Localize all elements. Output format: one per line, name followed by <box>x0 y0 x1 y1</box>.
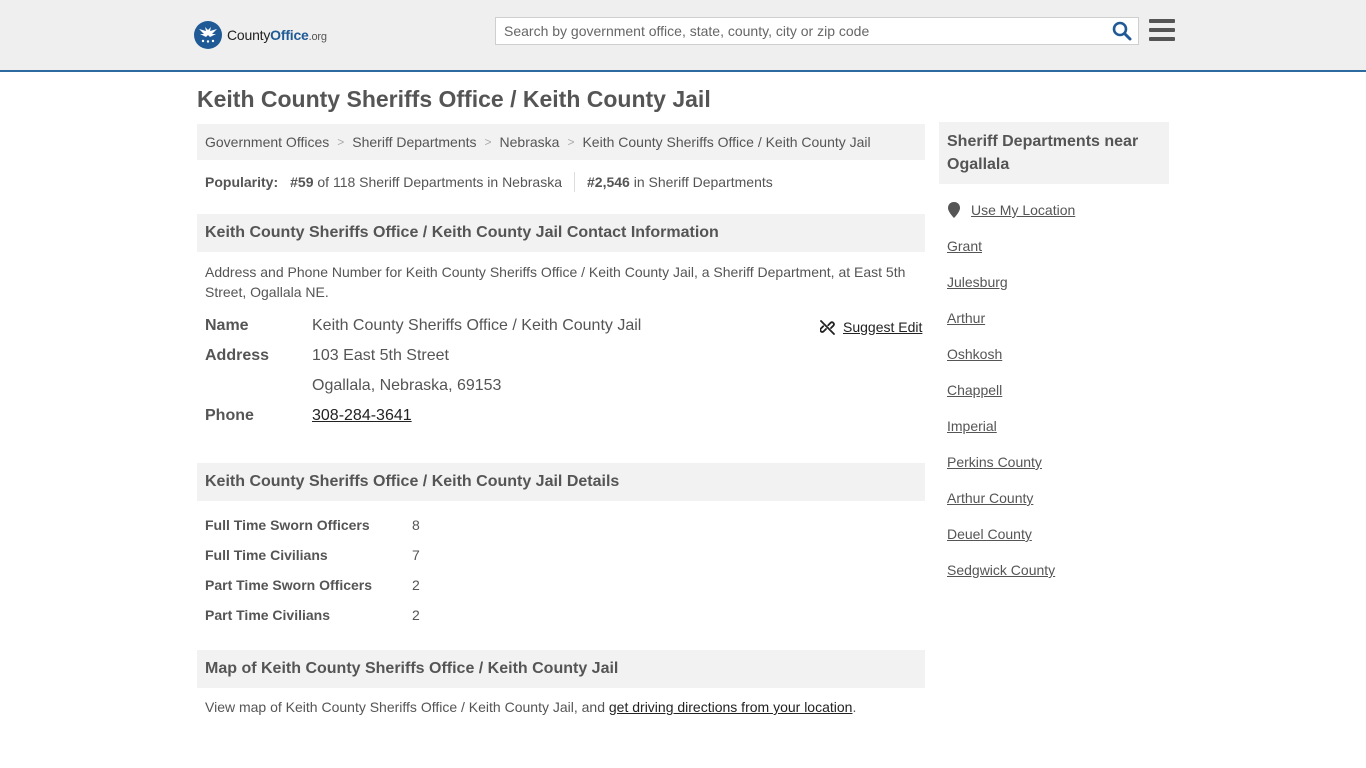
detail-value: 2 <box>412 577 420 593</box>
breadcrumb-separator-icon: > <box>567 135 575 149</box>
name-value: Keith County Sheriffs Office / Keith Cou… <box>312 317 642 334</box>
contact-name-row: Name Keith County Sheriffs Office / Keit… <box>205 311 641 341</box>
breadcrumb: Government Offices > Sheriff Departments… <box>197 124 925 160</box>
detail-label: Part Time Civilians <box>205 607 331 623</box>
suggest-edit-link[interactable]: Suggest Edit <box>820 318 922 336</box>
breadcrumb-separator-icon: > <box>484 135 492 149</box>
page-title: Keith County Sheriffs Office / Keith Cou… <box>197 86 711 112</box>
search-button[interactable] <box>1112 21 1132 41</box>
eagle-icon <box>194 21 222 49</box>
sidebar-link-perkins-county[interactable]: Perkins County <box>947 454 1042 470</box>
sidebar-link-arthur[interactable]: Arthur <box>947 310 985 326</box>
hamburger-menu-icon[interactable] <box>1149 19 1175 43</box>
logo-text-office: Office <box>270 27 309 43</box>
popularity-label: Popularity: <box>205 174 279 190</box>
use-my-location-link[interactable]: Use My Location <box>971 202 1075 218</box>
contact-description: Address and Phone Number for Keith Count… <box>205 264 906 300</box>
sidebar-link-chappell[interactable]: Chappell <box>947 382 1002 398</box>
suggest-edit-text[interactable]: Suggest Edit <box>843 319 922 335</box>
detail-value: 7 <box>412 547 420 563</box>
map-pin-icon <box>948 202 960 218</box>
detail-row: Full Time Sworn Officers 8 <box>205 515 420 535</box>
detail-label: Full Time Sworn Officers <box>205 517 370 533</box>
search-box <box>495 17 1139 45</box>
sidebar-link-julesburg[interactable]: Julesburg <box>947 274 1008 290</box>
sidebar-link-sedgwick-county[interactable]: Sedgwick County <box>947 562 1055 578</box>
breadcrumb-government-offices[interactable]: Government Offices <box>205 134 329 150</box>
breadcrumb-separator-icon: > <box>337 135 345 149</box>
sidebar-link-oshkosh[interactable]: Oshkosh <box>947 346 1002 362</box>
sidebar-link-arthur-county[interactable]: Arthur County <box>947 490 1033 506</box>
breadcrumb-nebraska[interactable]: Nebraska <box>500 134 560 150</box>
logo-wordmark: CountyOffice.org <box>227 27 327 43</box>
detail-value: 8 <box>412 517 420 533</box>
site-header: CountyOffice.org <box>0 0 1366 72</box>
broken-link-icon <box>820 319 835 335</box>
site-logo[interactable]: CountyOffice.org <box>194 20 327 50</box>
contact-address-row-2: Ogallala, Nebraska, 69153 <box>205 371 501 401</box>
detail-row: Part Time Sworn Officers 2 <box>205 575 420 595</box>
address-line2: Ogallala, Nebraska, 69153 <box>312 377 502 394</box>
logo-text-org: .org <box>308 31 327 43</box>
map-text: View map of Keith County Sheriffs Office… <box>205 699 605 715</box>
contact-heading: Keith County Sheriffs Office / Keith Cou… <box>197 214 925 252</box>
name-label: Name <box>205 317 249 334</box>
detail-value: 2 <box>412 607 420 623</box>
detail-row: Part Time Civilians 2 <box>205 605 420 625</box>
sidebar-link-imperial[interactable]: Imperial <box>947 418 997 434</box>
state-rank-text: of 118 Sheriff Departments in Nebraska <box>317 174 562 190</box>
contact-address-row: Address 103 East 5th Street <box>205 341 449 371</box>
map-text-end: . <box>852 699 857 715</box>
national-rank: #2,546 <box>587 174 630 190</box>
sidebar-link-grant[interactable]: Grant <box>947 238 982 254</box>
detail-label: Full Time Civilians <box>205 547 328 563</box>
map-heading: Map of Keith County Sheriffs Office / Ke… <box>197 650 925 688</box>
map-description: View map of Keith County Sheriffs Office… <box>205 697 917 717</box>
sidebar-heading: Sheriff Departments near Ogallala <box>939 122 1169 184</box>
use-my-location[interactable]: Use My Location <box>947 200 1075 220</box>
contact-phone-row: Phone 308-284-3641 <box>205 401 412 431</box>
popularity-bar: Popularity: #59 of 118 Sheriff Departmen… <box>205 172 773 192</box>
phone-link[interactable]: 308-284-3641 <box>312 407 412 425</box>
state-rank: #59 <box>290 174 314 190</box>
breadcrumb-current: Keith County Sheriffs Office / Keith Cou… <box>582 134 871 150</box>
national-rank-text: in Sheriff Departments <box>633 174 773 190</box>
logo-text-county: County <box>227 27 271 43</box>
detail-row: Full Time Civilians 7 <box>205 545 420 565</box>
popularity-divider <box>574 172 575 192</box>
detail-label: Part Time Sworn Officers <box>205 577 373 593</box>
address-line1: 103 East 5th Street <box>312 347 449 364</box>
details-heading: Keith County Sheriffs Office / Keith Cou… <box>197 463 925 501</box>
sidebar-link-deuel-county[interactable]: Deuel County <box>947 526 1032 542</box>
search-icon <box>1112 21 1132 41</box>
address-label: Address <box>205 347 270 364</box>
driving-directions-link[interactable]: get driving directions from your locatio… <box>609 699 853 715</box>
phone-label: Phone <box>205 407 254 424</box>
breadcrumb-sheriff-departments[interactable]: Sheriff Departments <box>352 134 476 150</box>
search-input[interactable] <box>496 18 1112 44</box>
